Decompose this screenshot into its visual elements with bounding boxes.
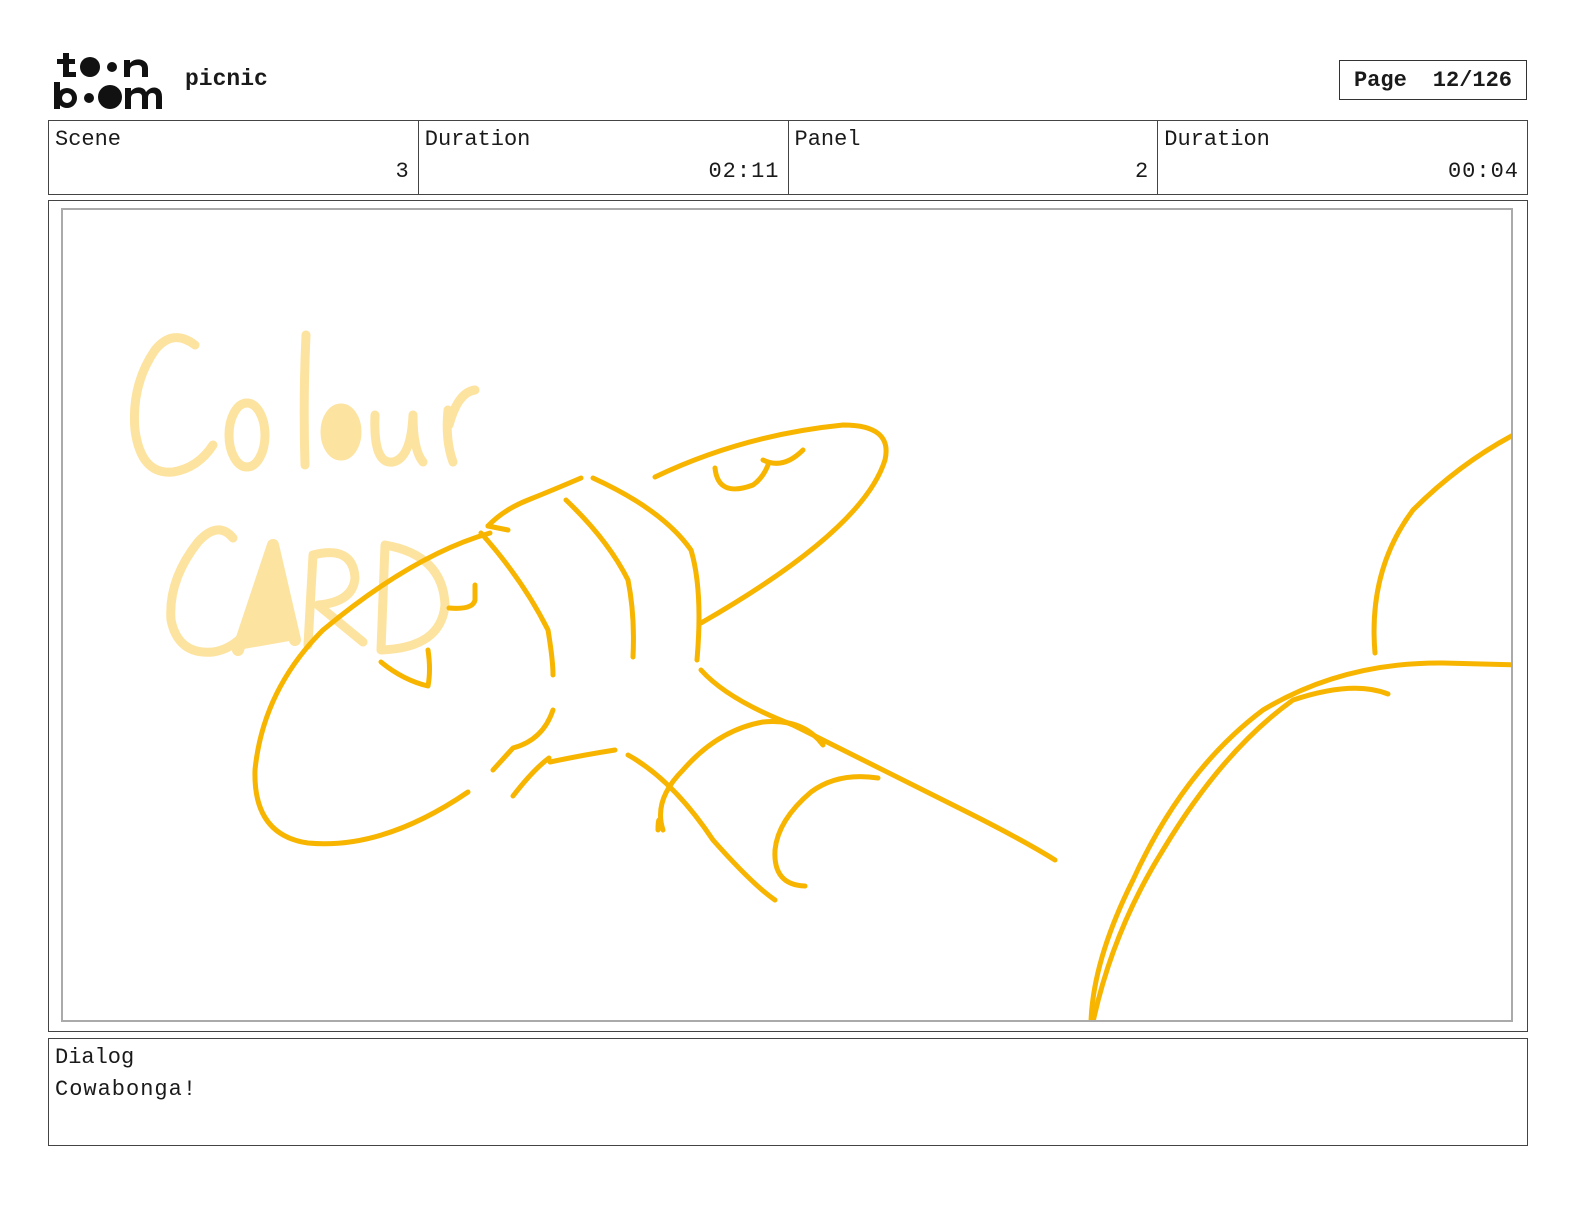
panel-duration-label: Duration — [1164, 127, 1270, 152]
sketch-drawing — [129, 330, 1511, 1020]
page-label: Page — [1353, 67, 1407, 93]
panel-label: Panel — [794, 127, 861, 152]
scene-value: 3 — [395, 159, 410, 184]
dialog-text: Cowabonga! — [55, 1077, 198, 1102]
scene-cell: Scene 3 — [49, 121, 419, 194]
dialog-label: Dialog — [55, 1045, 135, 1070]
scene-duration-value: 02:11 — [708, 159, 780, 184]
scene-info-table: Scene 3 Duration 02:11 Panel 2 Duration … — [48, 120, 1528, 195]
colour-card-overlay — [129, 330, 480, 657]
storyboard-panel — [48, 200, 1528, 1032]
panel-cell: Panel 2 — [789, 121, 1159, 194]
dialog-box: Dialog Cowabonga! — [48, 1038, 1528, 1146]
panel-duration-value: 00:04 — [1447, 159, 1519, 184]
panel-duration-cell: Duration 00:04 — [1158, 121, 1527, 194]
character-sketch — [252, 422, 1511, 1020]
page-indicator: Page 12/126 — [1339, 60, 1527, 100]
scene-duration-cell: Duration 02:11 — [419, 121, 789, 194]
panel-drawing-area — [61, 208, 1513, 1022]
panel-value: 2 — [1135, 159, 1150, 184]
scene-label: Scene — [55, 127, 122, 152]
scene-duration-label: Duration — [424, 127, 531, 152]
page-number: 12/126 — [1432, 67, 1513, 93]
toon-boom-logo — [50, 50, 165, 112]
project-title: picnic — [185, 66, 268, 92]
